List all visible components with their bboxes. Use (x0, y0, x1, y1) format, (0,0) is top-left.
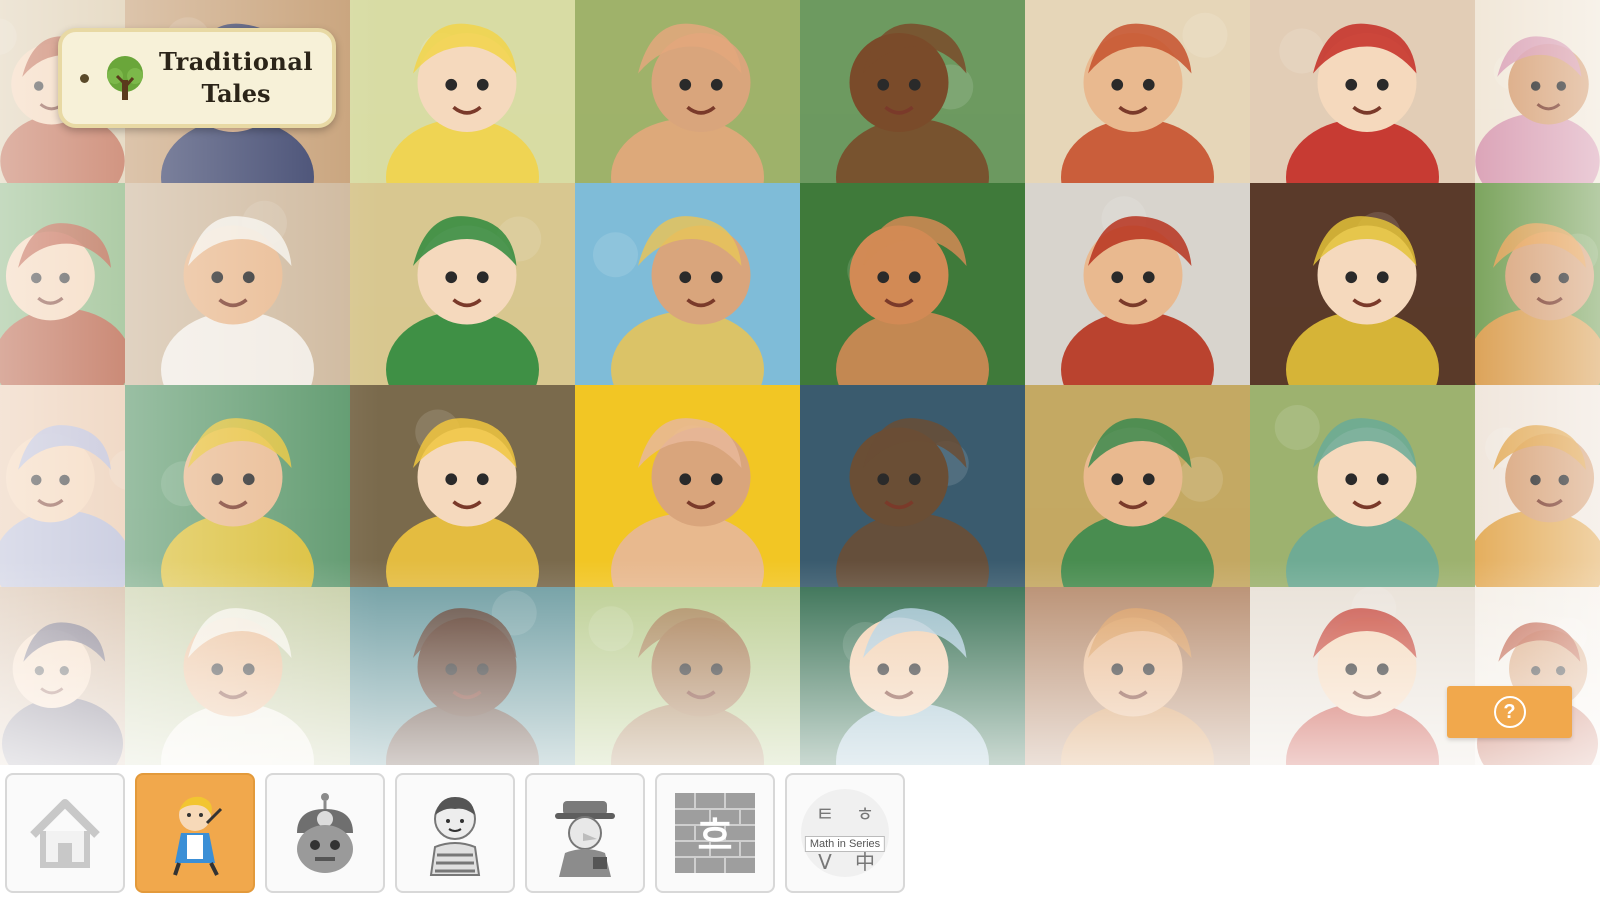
chicken-illustration (125, 608, 350, 765)
fox-headband-illustration (1025, 608, 1250, 765)
story-tile-teddy-bear[interactable] (800, 385, 1025, 587)
teddy-bear-illustration (800, 418, 1025, 587)
title-line2: Tales (201, 79, 271, 108)
nav-man-hat-button[interactable] (525, 773, 645, 893)
story-tile-red-goblin[interactable] (1250, 587, 1475, 765)
nav-math-in-series-button[interactable]: ㅌ ㅎ V 中 Math in Series (785, 773, 905, 893)
title-line1: Traditional (159, 47, 314, 76)
hedgehog-illustration (575, 606, 800, 765)
girl-wheel-illustration (125, 418, 350, 587)
sad-face-illustration (0, 622, 125, 765)
green-turtle-illustration (1025, 418, 1250, 587)
blue-rabbit-illustration (800, 608, 1025, 765)
surprised-girl-illustration (575, 418, 800, 587)
story-tile-hedgehog[interactable] (575, 587, 800, 765)
story-tile-monkey-flute[interactable] (800, 183, 1025, 385)
gingerbread-man-illustration (1475, 223, 1600, 385)
story-tile-fox-headband[interactable] (1025, 587, 1250, 765)
math-symbols-icon: ㅌ ㅎ V 中 Math in Series (795, 783, 895, 883)
bald-man-pointing-illustration (575, 23, 800, 183)
hangul-glyph: 흐 (698, 814, 733, 858)
app-title: Traditional Tales (159, 46, 313, 110)
story-tile-surprised-girl[interactable] (575, 385, 800, 587)
hugging-boy-illustration (1475, 425, 1600, 587)
nav-boy-button[interactable] (395, 773, 515, 893)
story-tile-bald-man-pointing[interactable] (575, 0, 800, 183)
knight-white-horse-illustration (1025, 196, 1250, 385)
story-tile-boy-green-shirt[interactable] (350, 183, 575, 385)
warrior-boy-illustration (1025, 12, 1250, 183)
story-tile-hat-figure[interactable] (1475, 587, 1600, 765)
hat-figure-illustration (1475, 617, 1600, 765)
story-tile-warrior-boy[interactable] (1025, 0, 1250, 183)
girl-character-icon (173, 796, 223, 876)
yellow-face-illustration (350, 23, 575, 183)
story-tile-girl-in-tree[interactable] (1250, 183, 1475, 385)
nav-robot-button[interactable] (265, 773, 385, 893)
monkey-flute-illustration (800, 216, 1025, 385)
story-tile-chicken[interactable] (125, 587, 350, 765)
white-crane-illustration (125, 200, 350, 385)
duck-illustration (1250, 405, 1475, 587)
story-tile-hugging-boy[interactable] (1475, 385, 1600, 587)
story-tile-girl-wheel[interactable] (125, 385, 350, 587)
princess-sleeping-illustration (1475, 36, 1600, 183)
story-tile-yellow-face[interactable] (350, 0, 575, 183)
nav-home-button[interactable] (5, 773, 125, 893)
story-tile-sad-face[interactable] (0, 587, 125, 765)
story-tile-snow-spirit[interactable] (0, 385, 125, 587)
story-tile-knight-white-horse[interactable] (1025, 183, 1250, 385)
home-icon (30, 799, 100, 868)
story-tile-gingerbread-man[interactable] (1475, 183, 1600, 385)
snow-spirit-illustration (0, 425, 125, 587)
story-tile-queen-and-red-hood[interactable] (1250, 0, 1475, 183)
tree-icon (107, 56, 143, 100)
story-tile-duck[interactable] (1250, 385, 1475, 587)
math-symbol-1: ㅌ (816, 802, 834, 826)
blond-boy-stick-illustration (350, 409, 575, 587)
queen-and-red-hood-illustration (1250, 23, 1475, 183)
story-tile-bearded-man[interactable] (350, 587, 575, 765)
nav-hangul-wall-button[interactable]: 흐 (655, 773, 775, 893)
brick-hangul-icon: 흐 (675, 793, 755, 873)
badge-dot (80, 73, 89, 83)
traditional-tales-badge: Traditional Tales (58, 28, 336, 128)
story-tile-blond-boy-stick[interactable] (350, 385, 575, 587)
math-symbol-2: ㅎ (856, 802, 874, 826)
story-tile-curly-haired-woman[interactable] (575, 183, 800, 385)
dancing-princess-illustration (0, 223, 125, 385)
robot-icon (297, 793, 353, 873)
bearded-man-illustration (350, 590, 575, 765)
math-symbol-4: 中 (855, 850, 875, 874)
boy-icon (429, 797, 481, 876)
nav-traditional-tales-button[interactable] (135, 773, 255, 893)
story-tile-dancing-princess[interactable] (0, 183, 125, 385)
red-goblin-illustration (1250, 587, 1475, 765)
story-tile-white-crane[interactable] (125, 183, 350, 385)
girl-in-tree-illustration (1250, 212, 1475, 385)
story-tile-bear-monster[interactable] (800, 0, 1025, 183)
help-button[interactable]: ? (1447, 686, 1572, 738)
story-tile-green-turtle[interactable] (1025, 385, 1250, 587)
question-icon: ? (1493, 696, 1526, 728)
story-tile-blue-rabbit[interactable] (800, 587, 1025, 765)
man-with-hat-icon (555, 801, 615, 877)
curly-haired-woman-illustration (575, 216, 800, 385)
math-in-series-label: Math in Series (804, 836, 886, 852)
boy-green-shirt-illustration (350, 216, 575, 385)
story-tile-princess-sleeping[interactable] (1475, 0, 1600, 183)
bear-monster-illustration (800, 23, 1025, 183)
math-symbol-3: V (818, 850, 832, 874)
